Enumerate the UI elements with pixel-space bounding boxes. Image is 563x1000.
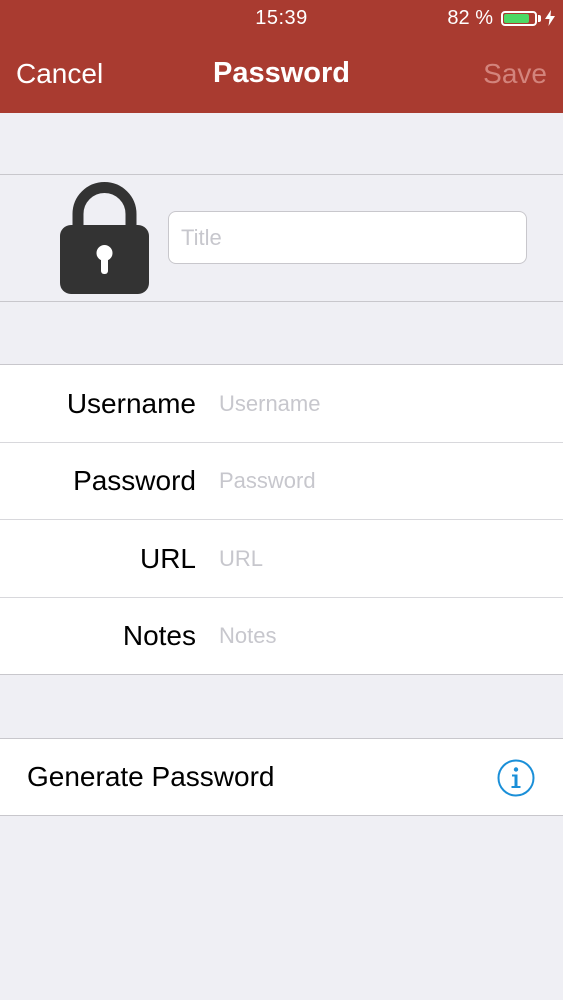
- lock-icon: [60, 182, 149, 294]
- battery-tip: [538, 14, 541, 22]
- generate-password-label: Generate Password: [27, 761, 275, 792]
- password-row: Password: [0, 442, 563, 520]
- title-input[interactable]: [168, 211, 527, 264]
- battery-icon: [501, 10, 537, 26]
- password-label: Password: [73, 465, 196, 496]
- generate-password-row[interactable]: Generate Password: [0, 738, 563, 816]
- url-row: URL: [0, 520, 563, 598]
- battery-fill: [504, 13, 529, 23]
- notes-label: Notes: [122, 620, 196, 651]
- info-icon[interactable]: [497, 759, 535, 797]
- username-input[interactable]: [207, 379, 563, 429]
- username-label: Username: [66, 388, 196, 419]
- notes-row: Notes: [0, 597, 563, 675]
- cancel-button[interactable]: Cancel: [16, 58, 103, 90]
- url-label: URL: [139, 543, 196, 574]
- username-row: Username: [0, 365, 563, 443]
- url-input[interactable]: [207, 534, 563, 584]
- navigation-bar: 15:39 82 % Cancel Password Save: [0, 0, 563, 113]
- charging-bolt-icon: [545, 10, 555, 26]
- notes-input[interactable]: [207, 611, 563, 661]
- password-input[interactable]: [207, 456, 563, 506]
- save-button[interactable]: Save: [483, 58, 547, 90]
- battery-percentage: 82 %: [447, 6, 493, 29]
- credentials-form: Username Password URL Notes: [0, 364, 563, 675]
- status-indicators: 82 %: [447, 7, 555, 29]
